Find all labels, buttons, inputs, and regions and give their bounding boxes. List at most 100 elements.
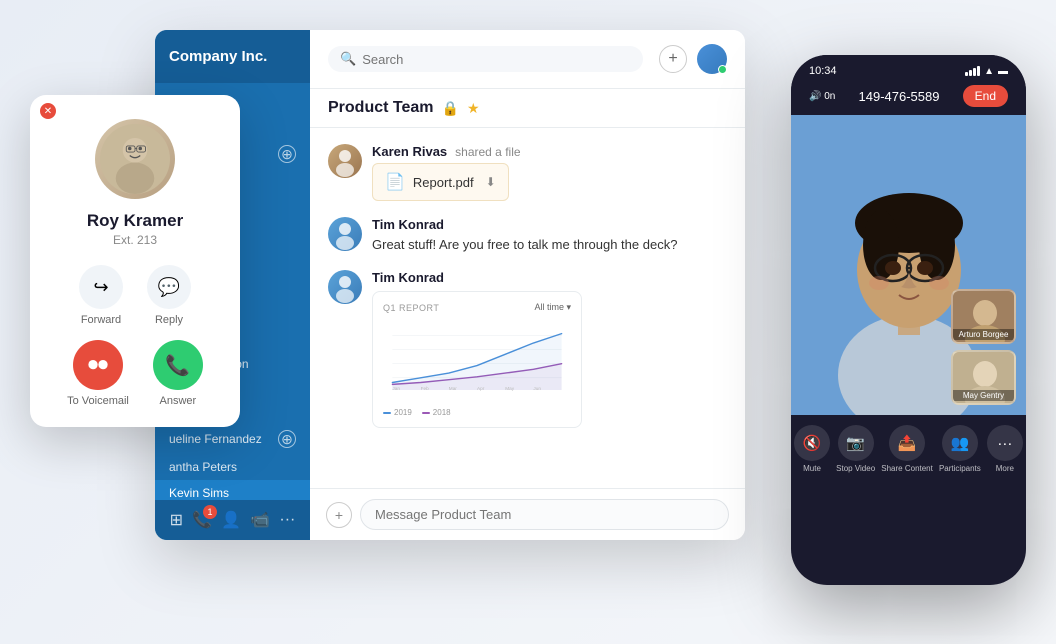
legend-item-2: 2018 (422, 408, 451, 417)
end-call-button[interactable]: End (963, 85, 1008, 107)
channel-header: Product Team 🔒 ★ (310, 89, 745, 128)
svg-text:Apr: Apr (477, 386, 485, 391)
more-label: More (996, 464, 1014, 473)
stop-video-icon: 📷 (838, 425, 874, 461)
reply-label: Reply (155, 314, 183, 326)
forward-label: Forward (81, 314, 121, 326)
answer-button[interactable]: 📞 Answer (153, 340, 203, 407)
search-input[interactable] (362, 52, 631, 67)
answer-label: Answer (160, 395, 197, 407)
battery-icon: ▬ (998, 66, 1008, 77)
header-actions: + (659, 44, 727, 74)
company-name: Company Inc. (169, 48, 267, 65)
lock-icon: 🔒 (442, 100, 459, 117)
avatar (328, 217, 362, 251)
answer-icon: 📞 (153, 340, 203, 390)
share-content-button[interactable]: 📤 Share Content (881, 425, 933, 473)
download-icon[interactable]: ⬇ (486, 175, 496, 189)
pip-video-2[interactable]: May Gentry (951, 350, 1016, 405)
chart-period[interactable]: All time ▾ (534, 302, 571, 313)
call-info: 🔊 0n (809, 91, 835, 102)
phone-badge: 1 (203, 505, 217, 519)
sidebar-item-label: antha Peters (169, 460, 237, 474)
forward-button[interactable]: ↪ Forward (79, 265, 123, 326)
caller-ext: Ext. 213 (113, 233, 157, 247)
sidebar-expand-icon[interactable]: ⊕ (278, 145, 296, 163)
caller-name: Roy Kramer (87, 211, 183, 231)
mute-button[interactable]: 🔇 Mute (794, 425, 830, 473)
attachment-button[interactable]: + (326, 502, 352, 528)
video-toolbar-icon[interactable]: 📹 (250, 510, 270, 530)
phone-status-bar: 10:34 ▲ ▬ (791, 55, 1026, 81)
participants-button[interactable]: 👥 Participants (939, 425, 981, 473)
pip-video-1[interactable]: Arturo Borgee (951, 289, 1016, 344)
chart-title-bar: Q1 REPORT All time ▾ (383, 302, 571, 313)
reply-button[interactable]: 💬 Reply (147, 265, 191, 326)
phone-call-bar: 🔊 0n 149-476-5589 End (791, 81, 1026, 115)
scene: Company Inc. marks ites e Fernandez ⊕ an… (0, 0, 1056, 644)
phone-number: 149-476-5589 (859, 89, 940, 104)
star-icon[interactable]: ★ (467, 100, 480, 117)
phone-toolbar: 🔇 Mute 📷 Stop Video 📤 Share Content 👥 Pa… (791, 415, 1026, 479)
sidebar-item-kevin[interactable]: Kevin Sims (155, 480, 310, 500)
sidebar-item-sp3[interactable]: antha Peters (155, 454, 310, 480)
message-row: Tim Konrad Q1 REPORT All time ▾ (328, 270, 727, 428)
avatar (328, 144, 362, 178)
close-button[interactable]: ✕ (40, 103, 56, 119)
voicemail-icon: ⏺⏺ (73, 340, 123, 390)
stop-video-label: Stop Video (836, 464, 875, 473)
message-input[interactable] (360, 499, 729, 530)
desktop-app: Company Inc. marks ites e Fernandez ⊕ an… (155, 30, 745, 540)
sidebar-item-jf2[interactable]: ueline Fernandez ⊕ (155, 424, 310, 454)
message-content: Tim Konrad Great stuff! Are you free to … (372, 217, 727, 254)
more-button[interactable]: ··· More (987, 425, 1023, 473)
more-icon: ··· (987, 425, 1023, 461)
search-bar[interactable]: 🔍 (328, 46, 643, 72)
sender-name: Tim Konrad (372, 270, 444, 285)
voicemail-button[interactable]: ⏺⏺ To Voicemail (67, 340, 129, 407)
message-content: Tim Konrad Q1 REPORT All time ▾ (372, 270, 727, 428)
mute-label: Mute (803, 464, 821, 473)
sidebar-toolbar: ⊞ 📞 1 👤 📹 ··· (155, 500, 310, 540)
user-avatar[interactable] (697, 44, 727, 74)
avatar (328, 270, 362, 304)
message-content: Karen Rivas shared a file 📄 Report.pdf ⬇ (372, 144, 727, 201)
call-card: ✕ Roy Kramer Ext. 213 ↪ Forward (30, 95, 240, 427)
chat-messages: Karen Rivas shared a file 📄 Report.pdf ⬇ (310, 128, 745, 488)
more-toolbar-icon[interactable]: ··· (279, 511, 295, 529)
apps-toolbar-icon[interactable]: ⊞ (170, 510, 183, 530)
chat-area: 🔍 + Product Team 🔒 ★ (310, 30, 745, 540)
svg-text:Jan: Jan (392, 386, 400, 391)
file-name: Report.pdf (413, 175, 474, 190)
contacts-toolbar-icon[interactable]: 👤 (221, 510, 241, 530)
call-main-actions: ⏺⏺ To Voicemail 📞 Answer (67, 340, 203, 407)
forward-icon: ↪ (79, 265, 123, 309)
legend-item-1: 2019 (383, 408, 412, 417)
chat-input-bar: + (310, 488, 745, 540)
message-text: Great stuff! Are you free to talk me thr… (372, 236, 727, 254)
video-area: Arturo Borgee May Gentry (791, 115, 1026, 415)
sidebar-item-label: Kevin Sims (169, 486, 229, 500)
participants-label: Participants (939, 464, 981, 473)
svg-text:Jun: Jun (533, 386, 541, 391)
sidebar-expand-icon2[interactable]: ⊕ (278, 430, 296, 448)
message-header: Karen Rivas shared a file (372, 144, 727, 159)
wifi-icon: ▲ (984, 66, 994, 77)
chat-top-header: 🔍 + (310, 30, 745, 89)
phone-status-icons: ▲ ▬ (965, 66, 1008, 77)
sender-name: Karen Rivas (372, 144, 447, 159)
add-button[interactable]: + (659, 45, 687, 73)
chart-container: Q1 REPORT All time ▾ (372, 291, 582, 428)
file-attachment[interactable]: 📄 Report.pdf ⬇ (372, 163, 509, 201)
stop-video-button[interactable]: 📷 Stop Video (836, 425, 875, 473)
phone-toolbar-icon[interactable]: 📞 1 (192, 510, 212, 530)
channel-title: Product Team (328, 99, 434, 117)
svg-text:May: May (505, 386, 515, 391)
pip-label-1: Arturo Borgee (953, 329, 1014, 340)
sidebar-item-label: ueline Fernandez (169, 432, 262, 446)
chart-svg: Jan Feb Mar Apr May Jun (383, 319, 571, 399)
chart-legend: 2019 2018 (383, 408, 571, 417)
online-indicator (718, 65, 727, 74)
pdf-icon: 📄 (385, 172, 405, 192)
message-row: Karen Rivas shared a file 📄 Report.pdf ⬇ (328, 144, 727, 201)
